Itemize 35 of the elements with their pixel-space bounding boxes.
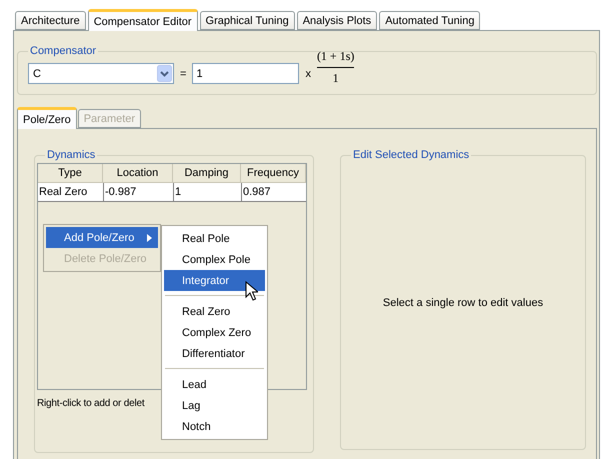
- menu-item[interactable]: Real Zero: [164, 301, 265, 322]
- menu-item[interactable]: Notch: [164, 416, 265, 437]
- tab[interactable]: Graphical Tuning: [200, 11, 295, 30]
- transfer-function: (1 + 1s) 1: [316, 49, 354, 86]
- empty-message: Select a single row to edit values: [382, 297, 544, 309]
- column-header[interactable]: Location: [103, 164, 173, 183]
- table-cell: -0.987: [103, 183, 173, 202]
- menu-item[interactable]: Lead: [164, 374, 265, 395]
- tab[interactable]: Architecture: [15, 11, 86, 30]
- menu-item[interactable]: Real Pole: [164, 228, 265, 249]
- compensator-dropdown[interactable]: C: [28, 63, 174, 84]
- table-cell: Real Zero: [38, 183, 103, 202]
- menu-item[interactable]: Add Pole/Zero: [46, 227, 158, 248]
- times-sign: x: [305, 68, 311, 80]
- table-cell: 0.987: [241, 183, 306, 202]
- group-title: Compensator: [29, 45, 98, 57]
- menu-item[interactable]: Integrator: [164, 270, 265, 291]
- table-cell: 1: [173, 183, 241, 202]
- cursor-icon: [245, 281, 258, 302]
- tab[interactable]: Analysis Plots: [296, 11, 378, 30]
- hint-text: Right-click to add or delet: [37, 398, 144, 409]
- menu-item[interactable]: Complex Pole: [164, 249, 265, 270]
- menu-item[interactable]: Lag: [164, 395, 265, 416]
- menu-item[interactable]: Differentiator: [164, 343, 265, 364]
- equals-sign: =: [180, 68, 186, 80]
- group-title: Edit Selected Dynamics: [352, 149, 470, 161]
- menu-item[interactable]: Complex Zero: [164, 322, 265, 343]
- group-title: Dynamics: [46, 149, 96, 161]
- tab[interactable]: Automated Tuning: [379, 11, 480, 30]
- tab[interactable]: Pole/Zero: [17, 107, 77, 129]
- tab[interactable]: Compensator Editor: [88, 9, 198, 31]
- column-header[interactable]: Type: [38, 164, 103, 183]
- column-header[interactable]: Damping: [173, 164, 241, 183]
- gain-field[interactable]: 1: [192, 63, 300, 84]
- column-header[interactable]: Frequency: [241, 164, 306, 183]
